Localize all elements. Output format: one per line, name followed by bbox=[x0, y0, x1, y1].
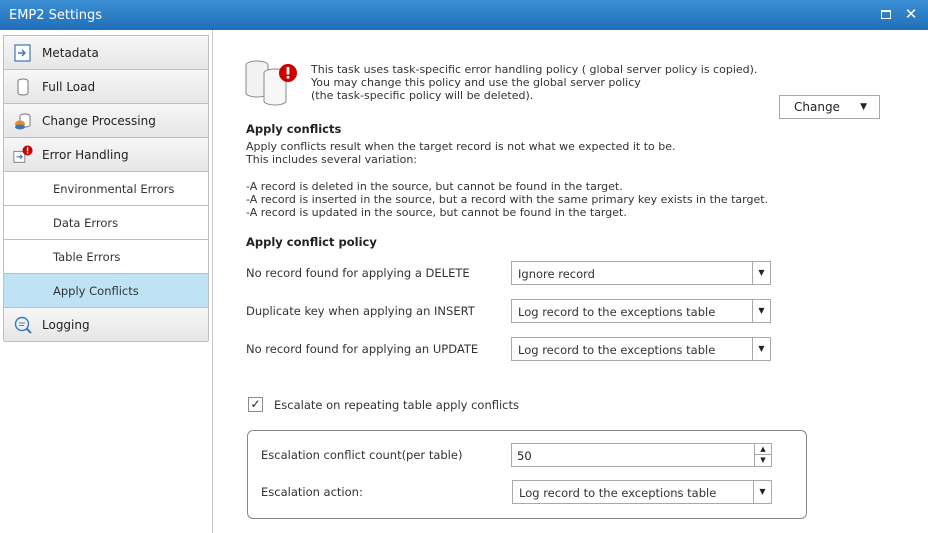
apply-conflicts-heading: Apply conflicts bbox=[246, 122, 342, 136]
database-icon bbox=[17, 78, 29, 96]
select-value: Log record to the exceptions table bbox=[518, 305, 716, 319]
policy-notice-line: You may change this policy and use the g… bbox=[311, 76, 641, 89]
error-handling-icon bbox=[13, 145, 33, 163]
description-line: -A record is deleted in the source, but … bbox=[246, 179, 623, 193]
select-value: Ignore record bbox=[518, 267, 595, 281]
maximize-icon[interactable] bbox=[878, 7, 894, 23]
sidebar-item-label: Logging bbox=[42, 318, 90, 332]
sidebar-item-data-errors[interactable]: Data Errors bbox=[4, 206, 208, 240]
description-line: This includes several variation: bbox=[246, 153, 417, 167]
policy-notice-line: This task uses task-specific error handl… bbox=[311, 63, 758, 76]
description-line: -A record is inserted in the source, but… bbox=[246, 192, 769, 206]
database-warning-icon bbox=[245, 60, 297, 106]
escalation-action-select[interactable]: Log record to the exceptions table ▼ bbox=[512, 480, 772, 504]
update-conflict-label: No record found for applying an UPDATE bbox=[246, 342, 479, 356]
sidebar-item-label: Apply Conflicts bbox=[53, 284, 139, 298]
change-button-label: Change bbox=[794, 100, 840, 114]
sidebar-item-error-handling[interactable]: Error Handling bbox=[4, 138, 208, 172]
escalation-count-stepper[interactable]: 50 ▲ ▼ bbox=[511, 443, 772, 467]
sidebar-item-label: Environmental Errors bbox=[53, 182, 175, 196]
sidebar-item-environmental-errors[interactable]: Environmental Errors bbox=[4, 172, 208, 206]
stepper-value: 50 bbox=[517, 449, 532, 463]
panel-splitter[interactable] bbox=[212, 30, 213, 533]
sidebar-item-apply-conflicts[interactable]: Apply Conflicts bbox=[4, 274, 208, 308]
decrement-icon[interactable]: ▼ bbox=[754, 455, 771, 466]
close-icon[interactable]: ✕ bbox=[903, 7, 919, 23]
window-title: EMP2 Settings bbox=[9, 8, 102, 23]
settings-sidebar: Metadata Full Load Change Processing Err… bbox=[3, 35, 209, 342]
delete-conflict-label: No record found for applying a DELETE bbox=[246, 266, 470, 280]
metadata-icon bbox=[14, 44, 31, 62]
escalate-checkbox[interactable]: ✓ bbox=[248, 397, 263, 412]
apply-conflicts-description: Apply conflicts result when the target r… bbox=[246, 140, 768, 219]
update-conflict-select[interactable]: Log record to the exceptions table ▼ bbox=[511, 337, 771, 361]
increment-icon[interactable]: ▲ bbox=[754, 444, 771, 455]
policy-notice-line: (the task-specific policy will be delete… bbox=[311, 89, 534, 102]
policy-notice: This task uses task-specific error handl… bbox=[311, 63, 757, 102]
window-titlebar: EMP2 Settings bbox=[0, 0, 928, 30]
insert-conflict-select[interactable]: Log record to the exceptions table ▼ bbox=[511, 299, 771, 323]
sidebar-item-label: Data Errors bbox=[53, 216, 119, 230]
dropdown-arrow-icon[interactable]: ▼ bbox=[752, 338, 770, 360]
description-line: -A record is updated in the source, but … bbox=[246, 206, 627, 220]
dropdown-arrow-icon[interactable]: ▼ bbox=[753, 481, 771, 503]
sidebar-item-label: Error Handling bbox=[42, 148, 129, 162]
sidebar-item-label: Metadata bbox=[42, 46, 99, 60]
select-value: Log record to the exceptions table bbox=[519, 486, 717, 500]
escalate-checkbox-label: Escalate on repeating table apply confli… bbox=[274, 398, 520, 412]
insert-conflict-label: Duplicate key when applying an INSERT bbox=[246, 304, 475, 318]
change-policy-button[interactable]: Change ▼ bbox=[779, 95, 880, 119]
change-processing-icon bbox=[15, 113, 31, 130]
description-line: Apply conflicts result when the target r… bbox=[246, 140, 676, 153]
sidebar-item-label: Change Processing bbox=[42, 114, 156, 128]
sidebar-item-label: Table Errors bbox=[53, 250, 121, 264]
escalation-action-label: Escalation action: bbox=[261, 485, 363, 499]
select-value: Log record to the exceptions table bbox=[518, 343, 716, 357]
description-line bbox=[246, 167, 768, 180]
sidebar-item-label: Full Load bbox=[42, 80, 96, 94]
sidebar-item-change-processing[interactable]: Change Processing bbox=[4, 104, 208, 138]
sidebar-item-full-load[interactable]: Full Load bbox=[4, 70, 208, 104]
logging-icon bbox=[14, 316, 32, 334]
policy-heading: Apply conflict policy bbox=[246, 235, 377, 249]
dropdown-arrow-icon[interactable]: ▼ bbox=[752, 262, 770, 284]
dropdown-arrow-icon: ▼ bbox=[860, 102, 867, 112]
sidebar-item-logging[interactable]: Logging bbox=[4, 308, 208, 342]
sidebar-item-table-errors[interactable]: Table Errors bbox=[4, 240, 208, 274]
delete-conflict-select[interactable]: Ignore record ▼ bbox=[511, 261, 771, 285]
dropdown-arrow-icon[interactable]: ▼ bbox=[752, 300, 770, 322]
escalation-count-label: Escalation conflict count(per table) bbox=[261, 448, 463, 462]
sidebar-item-metadata[interactable]: Metadata bbox=[4, 36, 208, 70]
